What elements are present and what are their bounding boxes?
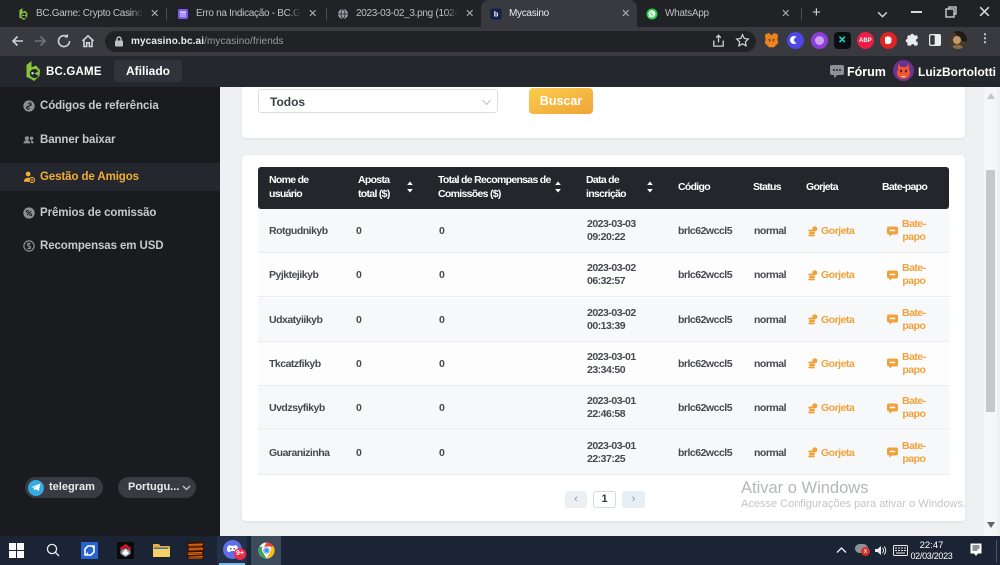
svg-text:b: b: [494, 9, 499, 18]
